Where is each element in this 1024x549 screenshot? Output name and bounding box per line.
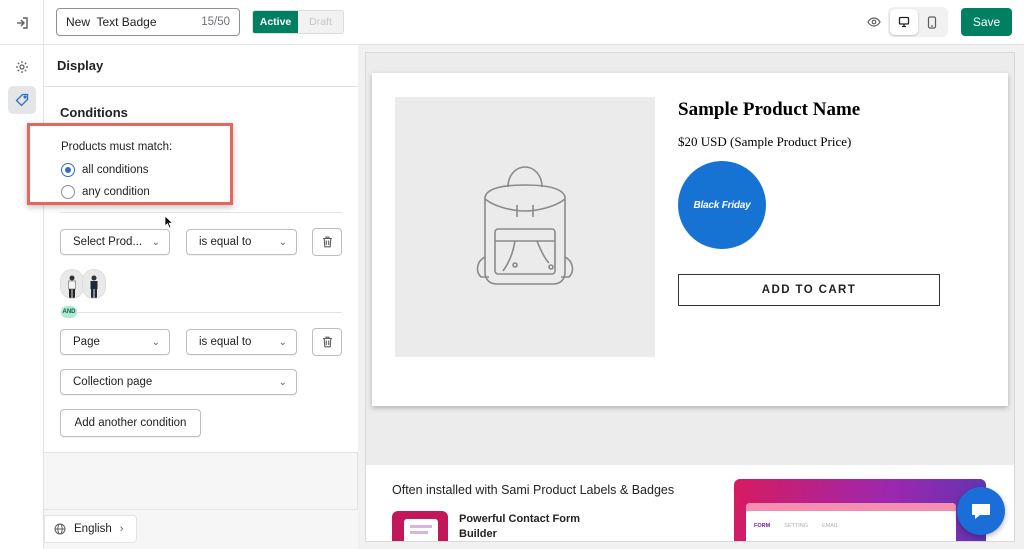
radio-all-label: all conditions xyxy=(82,164,149,176)
rule1-operator-select[interactable]: is equal to ⌄ xyxy=(186,229,297,255)
eye-icon xyxy=(867,17,881,27)
banner-tabs: FORM SETTING EMAIL xyxy=(754,523,839,529)
rule2-field-value: Page xyxy=(73,336,100,348)
and-badge: AND xyxy=(61,306,77,318)
language-label: English xyxy=(74,523,112,535)
preview-area: Sample Product Name $20 USD (Sample Prod… xyxy=(365,52,1015,542)
banner-tab: EMAIL xyxy=(822,523,839,529)
radio-any-indicator[interactable] xyxy=(61,185,75,199)
exit-button[interactable] xyxy=(0,0,44,45)
banner-tab: SETTING xyxy=(784,523,809,529)
badge-name-input[interactable]: New Text Badge 15/50 xyxy=(56,8,240,36)
trash-icon xyxy=(322,236,332,248)
add-condition-button[interactable]: Add another condition xyxy=(60,409,201,437)
selected-products xyxy=(60,269,106,299)
badge-name-value: New Text Badge xyxy=(66,15,157,29)
rule2-delete-button[interactable] xyxy=(312,328,342,356)
rule2-field-select[interactable]: Page ⌄ xyxy=(60,329,170,355)
product-image xyxy=(395,97,655,357)
globe-icon xyxy=(54,523,66,535)
radio-any-label: any condition xyxy=(82,186,150,198)
status-draft-button[interactable]: Draft xyxy=(298,11,343,33)
save-button[interactable]: Save xyxy=(961,8,1012,36)
top-bar: New Text Badge 15/50 Active Draft Save xyxy=(0,0,1024,45)
add-to-cart-button[interactable]: ADD TO CART xyxy=(678,274,940,306)
banner-window: FORM SETTING EMAIL xyxy=(746,503,956,541)
chevron-down-icon: ⌄ xyxy=(278,376,287,388)
device-switcher xyxy=(888,7,948,37)
promo-title: Often installed with Sami Product Labels… xyxy=(392,483,675,497)
conditions-title: Conditions xyxy=(60,105,128,120)
chevron-down-icon: ⌄ xyxy=(278,236,287,248)
product-badge: Black Friday xyxy=(678,161,766,249)
person-icon xyxy=(68,275,76,298)
rule1-field-select[interactable]: Select Prod... ⌄ xyxy=(60,229,170,255)
exit-icon xyxy=(16,16,28,29)
match-options-highlight: Products must match: all conditions any … xyxy=(27,123,233,205)
app-banner-image[interactable]: FORM SETTING EMAIL xyxy=(734,479,986,541)
preview-toggle-button[interactable] xyxy=(864,12,884,32)
promo-section: Often installed with Sami Product Labels… xyxy=(366,465,1014,541)
desktop-icon xyxy=(898,16,910,28)
char-counter: 15/50 xyxy=(201,16,230,28)
mouse-cursor-icon xyxy=(164,215,174,229)
chevron-right-icon: › xyxy=(119,523,124,535)
rule1-field-value: Select Prod... xyxy=(73,236,143,248)
product-preview-card: Sample Product Name $20 USD (Sample Prod… xyxy=(372,73,1008,406)
badges-nav-button[interactable] xyxy=(8,86,36,114)
divider xyxy=(60,212,342,213)
rule2-value: Collection page xyxy=(73,376,153,388)
rule2-operator-value: is equal to xyxy=(199,336,252,348)
match-label: Products must match: xyxy=(61,141,173,153)
person-icon xyxy=(90,275,98,298)
product-name: Sample Product Name xyxy=(678,99,861,120)
chat-icon xyxy=(972,504,990,519)
rule1-operator-value: is equal to xyxy=(199,236,252,248)
language-selector[interactable]: English › xyxy=(44,515,137,543)
app-icon[interactable] xyxy=(392,511,448,541)
desktop-view-button[interactable] xyxy=(890,9,918,35)
app-name[interactable]: Powerful Contact Form Builder xyxy=(459,512,599,541)
status-toggle: Active Draft xyxy=(252,10,344,34)
gear-icon xyxy=(16,61,28,73)
chevron-down-icon: ⌄ xyxy=(151,236,160,248)
radio-all-indicator[interactable] xyxy=(61,163,75,177)
product-thumbnail[interactable] xyxy=(82,269,106,299)
mobile-view-button[interactable] xyxy=(918,9,946,35)
rule2-operator-select[interactable]: is equal to ⌄ xyxy=(186,329,297,355)
chevron-down-icon: ⌄ xyxy=(278,336,287,348)
chat-button[interactable] xyxy=(957,487,1005,535)
backpack-icon xyxy=(476,166,574,285)
trash-icon xyxy=(322,336,332,348)
status-active-button[interactable]: Active xyxy=(253,11,298,33)
settings-panel: Display Conditions Products must match: … xyxy=(27,45,358,549)
rule2-value-select[interactable]: Collection page ⌄ xyxy=(60,369,297,395)
rule1-delete-button[interactable] xyxy=(312,228,342,256)
product-thumbnail[interactable] xyxy=(60,269,84,299)
product-price: $20 USD (Sample Product Price) xyxy=(678,134,852,149)
left-rail xyxy=(0,45,44,549)
tag-icon xyxy=(15,93,29,107)
mobile-icon xyxy=(927,15,937,29)
settings-nav-button[interactable] xyxy=(8,53,36,81)
language-bar: English › xyxy=(44,509,358,549)
radio-all-conditions[interactable]: all conditions xyxy=(61,163,148,177)
banner-tab: FORM xyxy=(754,523,771,529)
divider xyxy=(60,312,342,313)
radio-any-condition[interactable]: any condition xyxy=(61,185,150,199)
panel-title: Display xyxy=(44,45,358,87)
chevron-down-icon: ⌄ xyxy=(151,336,160,348)
conditions-section: Conditions Products must match: all cond… xyxy=(27,87,358,453)
